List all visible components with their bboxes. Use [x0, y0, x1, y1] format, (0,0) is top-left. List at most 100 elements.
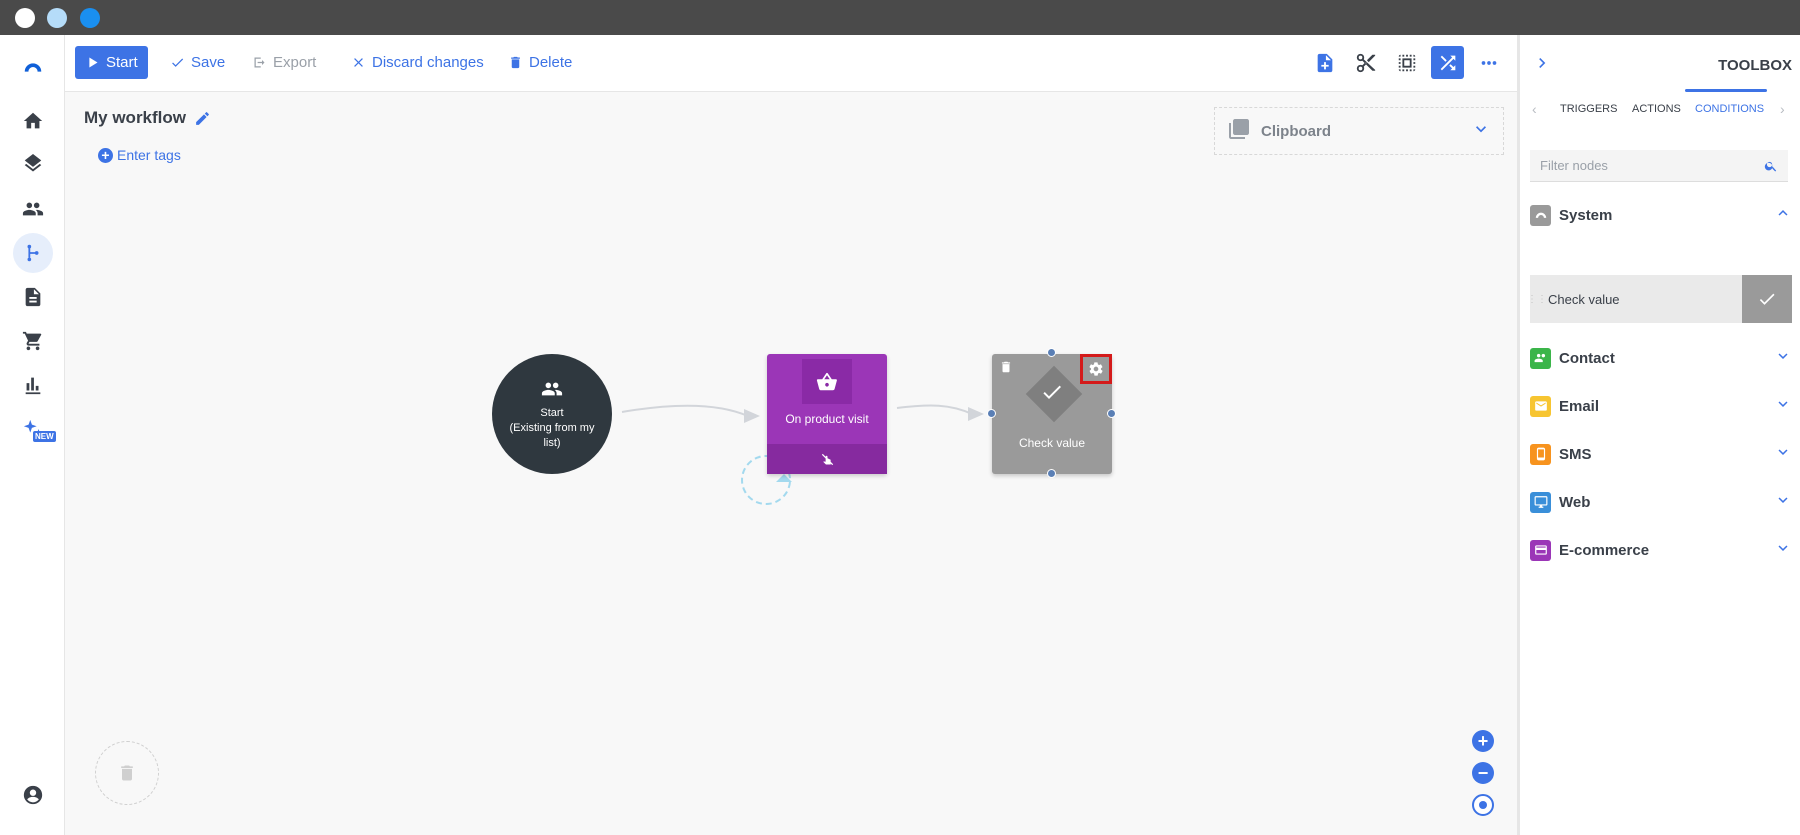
left-navigation: NEW: [0, 35, 65, 835]
window-maximize-button[interactable]: [80, 8, 100, 28]
window-minimize-button[interactable]: [47, 8, 67, 28]
save-button[interactable]: Save: [160, 46, 235, 79]
system-icon: [1530, 204, 1551, 226]
tab-actions[interactable]: ACTIONS: [1632, 103, 1681, 115]
select-all-button[interactable]: [1390, 46, 1423, 79]
canvas-trash-dropzone[interactable]: [95, 741, 159, 805]
chevron-down-icon[interactable]: [1774, 347, 1792, 370]
arrowhead: [968, 407, 984, 421]
contact-icon: [1530, 347, 1551, 369]
category-contact[interactable]: Contact: [1530, 344, 1792, 372]
start-node-title: Start: [540, 406, 564, 419]
connection-handle-top[interactable]: [1047, 348, 1056, 357]
logo-icon: [24, 63, 42, 72]
category-web[interactable]: Web: [1530, 488, 1792, 516]
clipboard-panel[interactable]: Clipboard: [1214, 107, 1504, 155]
nav-templates[interactable]: [13, 277, 53, 317]
clipboard-icon: [1227, 117, 1251, 146]
toolbox-title: TOOLBOX: [1718, 57, 1792, 74]
connection-handle-bottom[interactable]: [1047, 469, 1056, 478]
trash-icon: [511, 56, 520, 69]
start-button[interactable]: Start: [75, 46, 148, 79]
connection-handle-left[interactable]: [987, 409, 996, 418]
filter-nodes-input[interactable]: [1540, 158, 1764, 173]
plus-circle-icon: +: [98, 147, 113, 163]
tab-triggers[interactable]: TRIGGERS: [1560, 103, 1617, 115]
node-settings-button[interactable]: [1080, 354, 1112, 384]
layers-icon: [24, 154, 42, 172]
export-icon: [254, 57, 265, 68]
nav-ecommerce[interactable]: [13, 321, 53, 361]
category-email[interactable]: Email: [1530, 392, 1792, 420]
bar-chart-icon: [25, 377, 41, 395]
nav-account[interactable]: [13, 775, 53, 815]
connection-handle-right[interactable]: [1107, 409, 1116, 418]
cart-icon: [22, 331, 42, 351]
category-system-label: System: [1559, 206, 1613, 224]
on-product-visit-node[interactable]: On product visit: [767, 354, 887, 474]
chevron-down-icon[interactable]: [1774, 443, 1792, 466]
nav-ai-new[interactable]: NEW: [13, 409, 56, 449]
toolbox-header: TOOLBOX: [1520, 35, 1800, 92]
close-icon: [354, 58, 363, 67]
nav-contacts[interactable]: [13, 189, 53, 229]
category-email-label: Email: [1559, 397, 1600, 415]
discard-changes-button[interactable]: Discard changes: [341, 46, 494, 79]
logo[interactable]: [13, 47, 53, 87]
category-ecommerce[interactable]: E-commerce: [1530, 536, 1792, 564]
scissors-icon: [1356, 53, 1375, 72]
nav-reports[interactable]: [13, 365, 53, 405]
category-system[interactable]: System: [1530, 201, 1792, 229]
search-icon[interactable]: [1764, 159, 1778, 173]
chevron-up-icon[interactable]: [1774, 204, 1792, 227]
check-value-node[interactable]: Check value: [992, 354, 1112, 474]
nav-home[interactable]: [13, 101, 53, 141]
category-ecommerce-label: E-commerce: [1559, 541, 1650, 559]
export-button[interactable]: Export: [242, 46, 326, 79]
filter-nodes-field[interactable]: [1530, 150, 1788, 182]
cut-button[interactable]: [1349, 46, 1382, 79]
zoom-in-button[interactable]: +: [1472, 730, 1494, 752]
pencil-icon[interactable]: [194, 110, 211, 127]
enter-tags-label: Enter tags: [117, 147, 181, 163]
node-footer: [767, 444, 887, 474]
tab-conditions[interactable]: CONDITIONS: [1695, 103, 1764, 115]
toolbox-node-check-value[interactable]: ⋮⋮ Check value: [1527, 275, 1792, 323]
collapse-toolbox-button[interactable]: [1532, 53, 1552, 78]
phone-icon: [1530, 443, 1551, 465]
start-node[interactable]: Start (Existing from my list): [492, 354, 612, 474]
enter-tags-button[interactable]: + Enter tags: [98, 147, 181, 163]
delete-button-label: Delete: [529, 54, 573, 71]
add-note-button[interactable]: [1308, 46, 1341, 79]
nav-layers[interactable]: [13, 145, 53, 185]
active-tab-indicator: [1685, 89, 1767, 92]
credit-card-icon: [1530, 539, 1551, 561]
more-options-button[interactable]: [1472, 46, 1505, 79]
chevron-down-icon[interactable]: [1774, 491, 1792, 514]
people-icon: [22, 202, 44, 216]
chevron-down-icon[interactable]: [1774, 395, 1792, 418]
zoom-out-button[interactable]: −: [1472, 762, 1494, 784]
tabs-scroll-left-icon[interactable]: ‹: [1532, 101, 1537, 117]
auto-arrange-button[interactable]: [1431, 46, 1464, 79]
email-icon: [1530, 395, 1551, 417]
trash-icon[interactable]: [999, 360, 1013, 379]
delete-button[interactable]: Delete: [498, 46, 582, 79]
clipboard-label: Clipboard: [1261, 122, 1331, 140]
check-icon: [1742, 275, 1792, 323]
chevron-down-icon[interactable]: [1471, 119, 1491, 144]
recenter-button[interactable]: [1472, 794, 1494, 816]
monitor-icon: [1530, 491, 1551, 513]
tabs-scroll-right-icon[interactable]: ›: [1780, 101, 1785, 117]
workflow-title-text: My workflow: [84, 108, 187, 127]
window-close-button[interactable]: [15, 8, 35, 28]
note-add-icon: [1317, 53, 1332, 72]
nav-automation[interactable]: [13, 233, 53, 273]
category-sms[interactable]: SMS: [1530, 440, 1792, 468]
check-value-label: Check value: [1018, 436, 1086, 450]
more-horizontal-icon: [1481, 60, 1496, 65]
account-icon: [23, 785, 43, 805]
discard-changes-label: Discard changes: [372, 54, 484, 71]
chevron-down-icon[interactable]: [1774, 539, 1792, 562]
drag-handle-icon[interactable]: ⋮⋮: [1527, 275, 1547, 323]
